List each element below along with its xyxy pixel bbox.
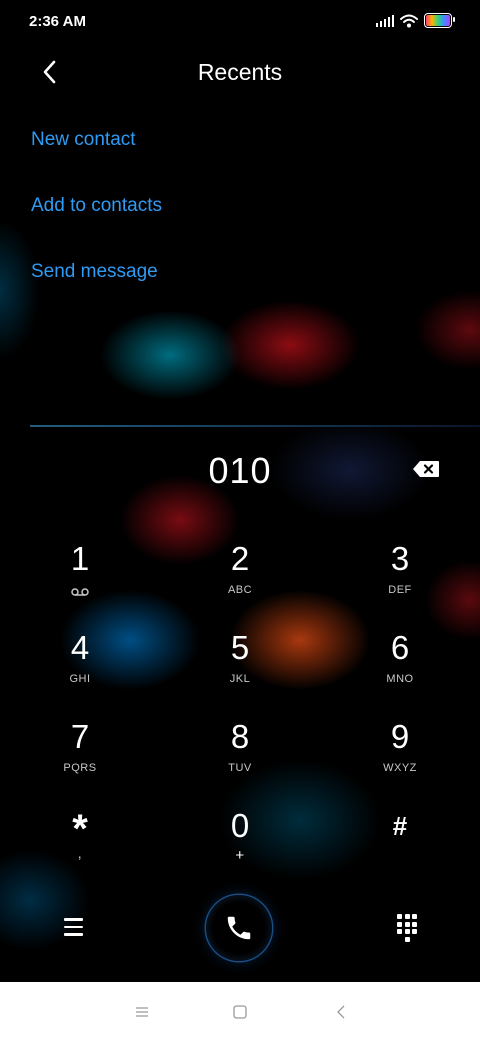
key-digit: 7	[70, 718, 90, 755]
key-9[interactable]: 9 WXYZ	[340, 718, 460, 798]
dialer-screen: 2:36 AM Recents New contact Add to conta…	[0, 0, 480, 1040]
key-6[interactable]: 6 MNO	[340, 629, 460, 709]
key-letters: TUV	[228, 762, 252, 774]
wifi-icon	[400, 14, 418, 27]
phone-icon	[227, 916, 251, 940]
key-3[interactable]: 3 DEF	[340, 540, 460, 620]
key-star[interactable]: * ,	[20, 807, 140, 887]
status-icons	[376, 13, 455, 28]
key-0[interactable]: 0 +	[180, 807, 300, 887]
key-digit: 3	[390, 540, 410, 577]
key-1[interactable]: 1	[20, 540, 140, 620]
key-digit: 9	[390, 718, 410, 755]
key-7[interactable]: 7 PQRS	[20, 718, 140, 798]
signal-icon	[376, 14, 394, 27]
voicemail-icon	[71, 588, 89, 596]
bottom-actions	[0, 893, 480, 963]
header: Recents	[0, 48, 480, 98]
key-2[interactable]: 2 ABC	[180, 540, 300, 620]
dialpad-divider	[30, 425, 480, 427]
menu-icon[interactable]	[57, 911, 89, 943]
key-letters: DEF	[388, 584, 412, 596]
back-nav-icon[interactable]	[330, 1001, 352, 1023]
status-bar: 2:36 AM	[0, 0, 480, 44]
backspace-icon	[413, 461, 439, 477]
add-to-contacts-link[interactable]: Add to contacts	[31, 195, 162, 217]
key-8[interactable]: 8 TUV	[180, 718, 300, 798]
key-letters: ,	[77, 845, 83, 861]
key-letters: WXYZ	[383, 762, 417, 774]
key-letters: PQRS	[63, 762, 97, 774]
key-digit: 2	[230, 540, 250, 577]
key-letters: ABC	[227, 584, 253, 596]
key-letters: MNO	[386, 673, 414, 685]
dialpad-icon[interactable]	[394, 913, 420, 943]
page-title: Recents	[197, 59, 283, 85]
send-message-link[interactable]: Send message	[31, 261, 158, 283]
system-nav-bar	[0, 982, 480, 1040]
recents-nav-icon[interactable]	[131, 1001, 153, 1023]
key-digit: 8	[230, 718, 250, 755]
key-5[interactable]: 5 JKL	[180, 629, 300, 709]
key-digit: 4	[70, 629, 90, 666]
key-4[interactable]: 4 GHI	[20, 629, 140, 709]
key-digit: 1	[70, 540, 90, 577]
key-letters: JKL	[229, 673, 251, 685]
call-button[interactable]	[206, 895, 272, 961]
key-letters: GHI	[69, 673, 91, 685]
key-letters: +	[235, 847, 245, 864]
battery-icon	[424, 13, 455, 28]
backspace-button[interactable]	[410, 456, 442, 482]
key-hash[interactable]: #	[340, 807, 460, 887]
dialed-number: 010	[208, 450, 272, 491]
key-digit: #	[392, 811, 408, 841]
status-time: 2:36 AM	[29, 13, 86, 30]
key-digit: 0	[230, 807, 250, 844]
home-nav-icon[interactable]	[229, 1001, 251, 1023]
new-contact-link[interactable]: New contact	[31, 129, 136, 151]
key-digit: 6	[390, 629, 410, 666]
key-digit: 5	[230, 629, 250, 666]
